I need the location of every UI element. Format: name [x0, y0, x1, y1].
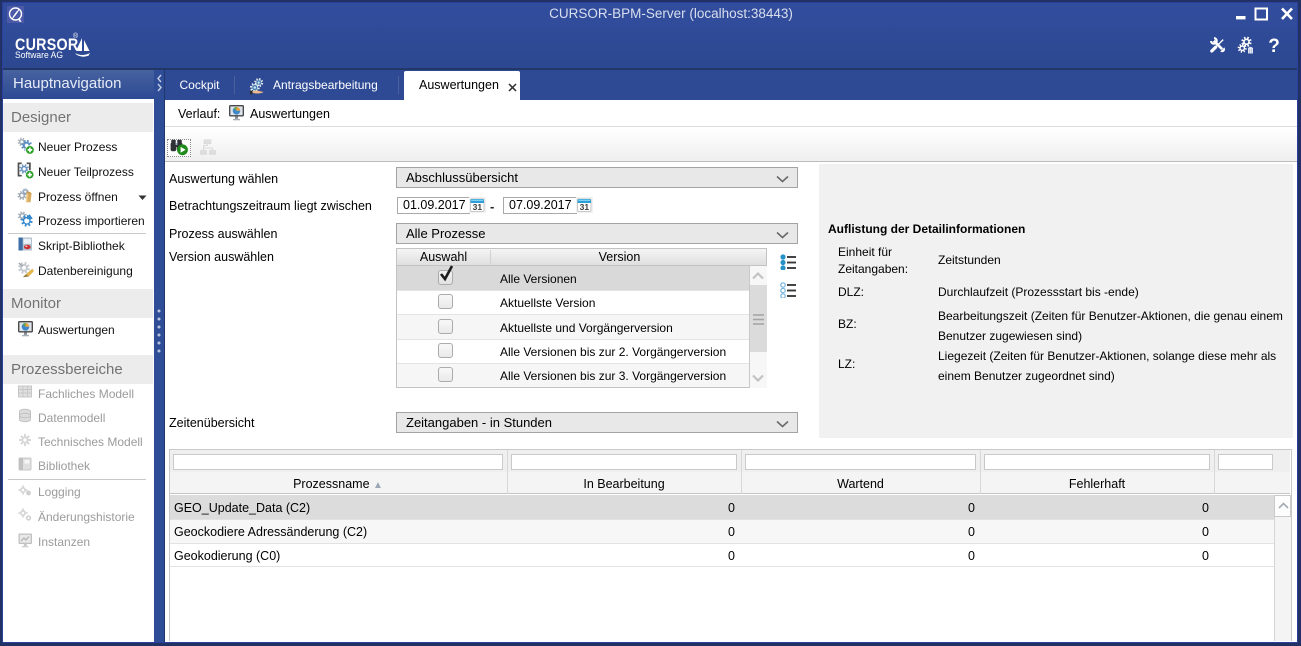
- svg-text:31: 31: [580, 202, 590, 212]
- svg-text:?: ?: [1268, 36, 1280, 57]
- svg-text:31: 31: [473, 202, 483, 212]
